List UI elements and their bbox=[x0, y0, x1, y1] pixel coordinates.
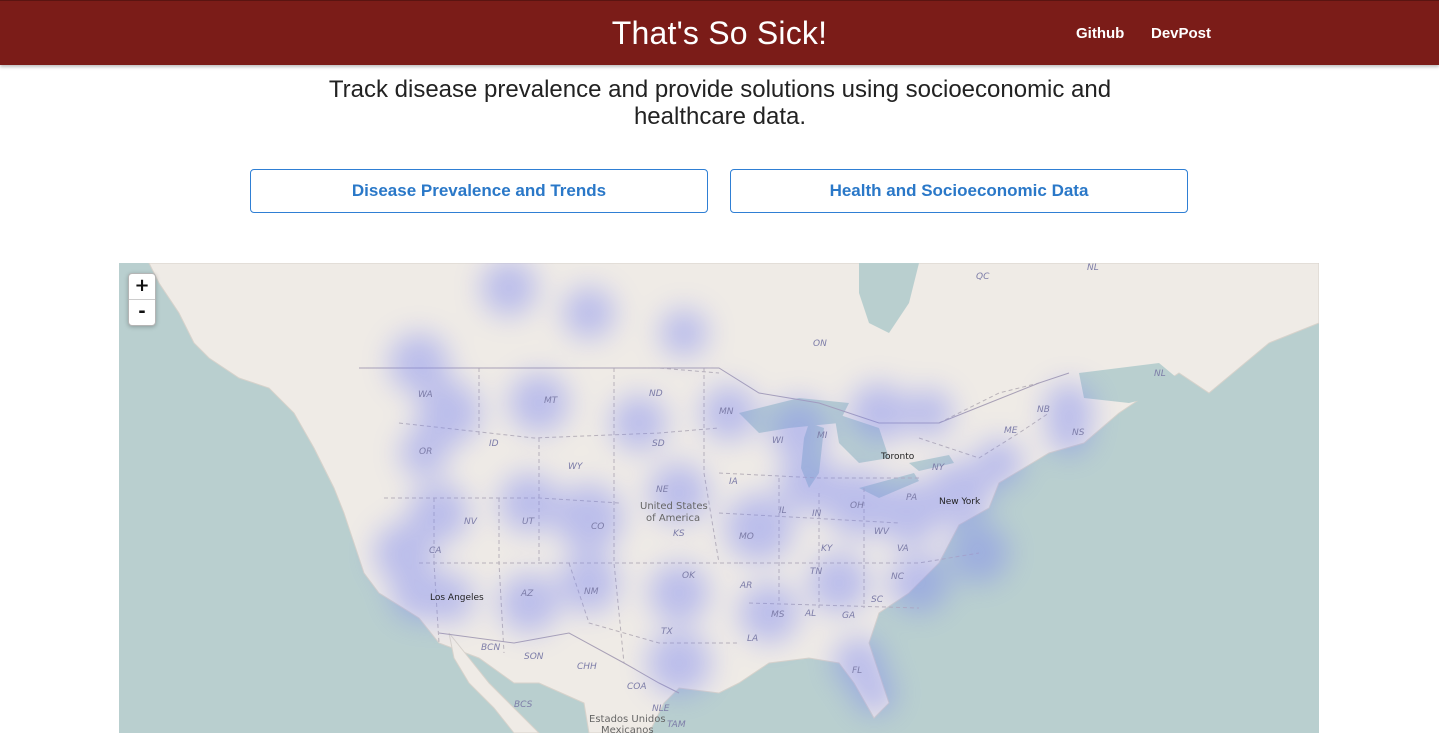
city-label: Los Angeles bbox=[430, 593, 484, 603]
region-label: NM bbox=[584, 587, 599, 597]
region-label: BCS bbox=[514, 700, 533, 710]
region-label: COA bbox=[627, 682, 647, 692]
zoom-in-button[interactable]: + bbox=[129, 274, 155, 299]
region-label: KY bbox=[821, 544, 834, 554]
region-label: MS bbox=[771, 610, 785, 620]
region-label: WV bbox=[874, 527, 890, 537]
region-label: IA bbox=[729, 477, 738, 487]
tagline-line-1: Track disease prevalence and provide sol… bbox=[328, 76, 1112, 103]
region-label: QC bbox=[976, 272, 990, 282]
region-label: UT bbox=[522, 517, 536, 527]
region-label: OR bbox=[419, 447, 432, 457]
region-label: ON bbox=[813, 339, 827, 349]
region-label: NB bbox=[1037, 405, 1050, 415]
socioeconomic-data-button[interactable]: Health and Socioeconomic Data bbox=[730, 169, 1188, 213]
region-label: WY bbox=[568, 462, 584, 472]
city-label: New York bbox=[939, 497, 981, 507]
region-label: BCN bbox=[481, 643, 500, 653]
land-north-america bbox=[148, 263, 1319, 733]
region-label: GA bbox=[842, 611, 855, 621]
region-label: VA bbox=[897, 544, 909, 554]
region-label: TX bbox=[661, 627, 673, 637]
region-label: NC bbox=[891, 572, 905, 582]
region-label: KS bbox=[673, 529, 685, 539]
zoom-control: + - bbox=[128, 273, 156, 326]
country-label: of America bbox=[646, 513, 700, 524]
region-label: FL bbox=[852, 666, 862, 676]
disease-heatmap-map[interactable]: WA OR ID MT ND MN SD WY NE IA WI MI NV U… bbox=[119, 263, 1319, 733]
region-label: OH bbox=[850, 501, 864, 511]
region-label: NE bbox=[656, 485, 669, 495]
region-label: NLE bbox=[652, 704, 670, 714]
country-label: Estados Unidos bbox=[589, 714, 666, 725]
navbar: That's So Sick! Github DevPost bbox=[0, 0, 1439, 65]
region-label: WA bbox=[418, 390, 433, 400]
region-label: NL bbox=[1154, 369, 1166, 379]
region-label: ID bbox=[489, 439, 499, 449]
region-label: AR bbox=[739, 581, 752, 591]
region-label: SC bbox=[871, 595, 884, 605]
region-label: NS bbox=[1072, 428, 1085, 438]
country-label: Mexicanos bbox=[601, 725, 654, 733]
country-label: United States bbox=[640, 501, 708, 512]
region-label: ND bbox=[649, 389, 663, 399]
region-label: SD bbox=[652, 439, 665, 449]
region-label: PA bbox=[906, 493, 917, 503]
region-label: AZ bbox=[520, 589, 534, 599]
region-label: NL bbox=[1087, 263, 1099, 273]
city-label: Toronto bbox=[880, 452, 915, 462]
site-title[interactable]: That's So Sick! bbox=[0, 13, 1439, 53]
region-label: TN bbox=[810, 567, 822, 577]
region-label: TAM bbox=[667, 720, 686, 730]
region-label: MI bbox=[817, 431, 828, 441]
region-label: ME bbox=[1004, 426, 1018, 436]
devpost-link[interactable]: DevPost bbox=[1151, 24, 1211, 44]
zoom-out-button[interactable]: - bbox=[129, 299, 155, 325]
region-label: NV bbox=[464, 517, 478, 527]
region-label: CHH bbox=[577, 662, 597, 672]
tagline: Track disease prevalence and provide sol… bbox=[310, 76, 1130, 130]
region-label: MT bbox=[544, 396, 559, 406]
region-label: AL bbox=[804, 609, 816, 619]
region-label: IN bbox=[812, 509, 822, 519]
map-canvas: WA OR ID MT ND MN SD WY NE IA WI MI NV U… bbox=[148, 263, 1319, 733]
disease-prevalence-button[interactable]: Disease Prevalence and Trends bbox=[250, 169, 708, 213]
region-label: WI bbox=[772, 436, 784, 446]
region-label: SON bbox=[524, 652, 544, 662]
region-label: IL bbox=[779, 506, 787, 516]
region-label: MN bbox=[719, 407, 734, 417]
region-label: CA bbox=[429, 546, 441, 556]
tagline-line-2: healthcare data. bbox=[633, 103, 807, 130]
region-label: MO bbox=[739, 532, 754, 542]
region-label: NY bbox=[932, 463, 946, 473]
github-link[interactable]: Github bbox=[1076, 24, 1124, 44]
region-label: LA bbox=[747, 634, 758, 644]
region-label: OK bbox=[682, 571, 696, 581]
region-label: CO bbox=[591, 522, 604, 532]
